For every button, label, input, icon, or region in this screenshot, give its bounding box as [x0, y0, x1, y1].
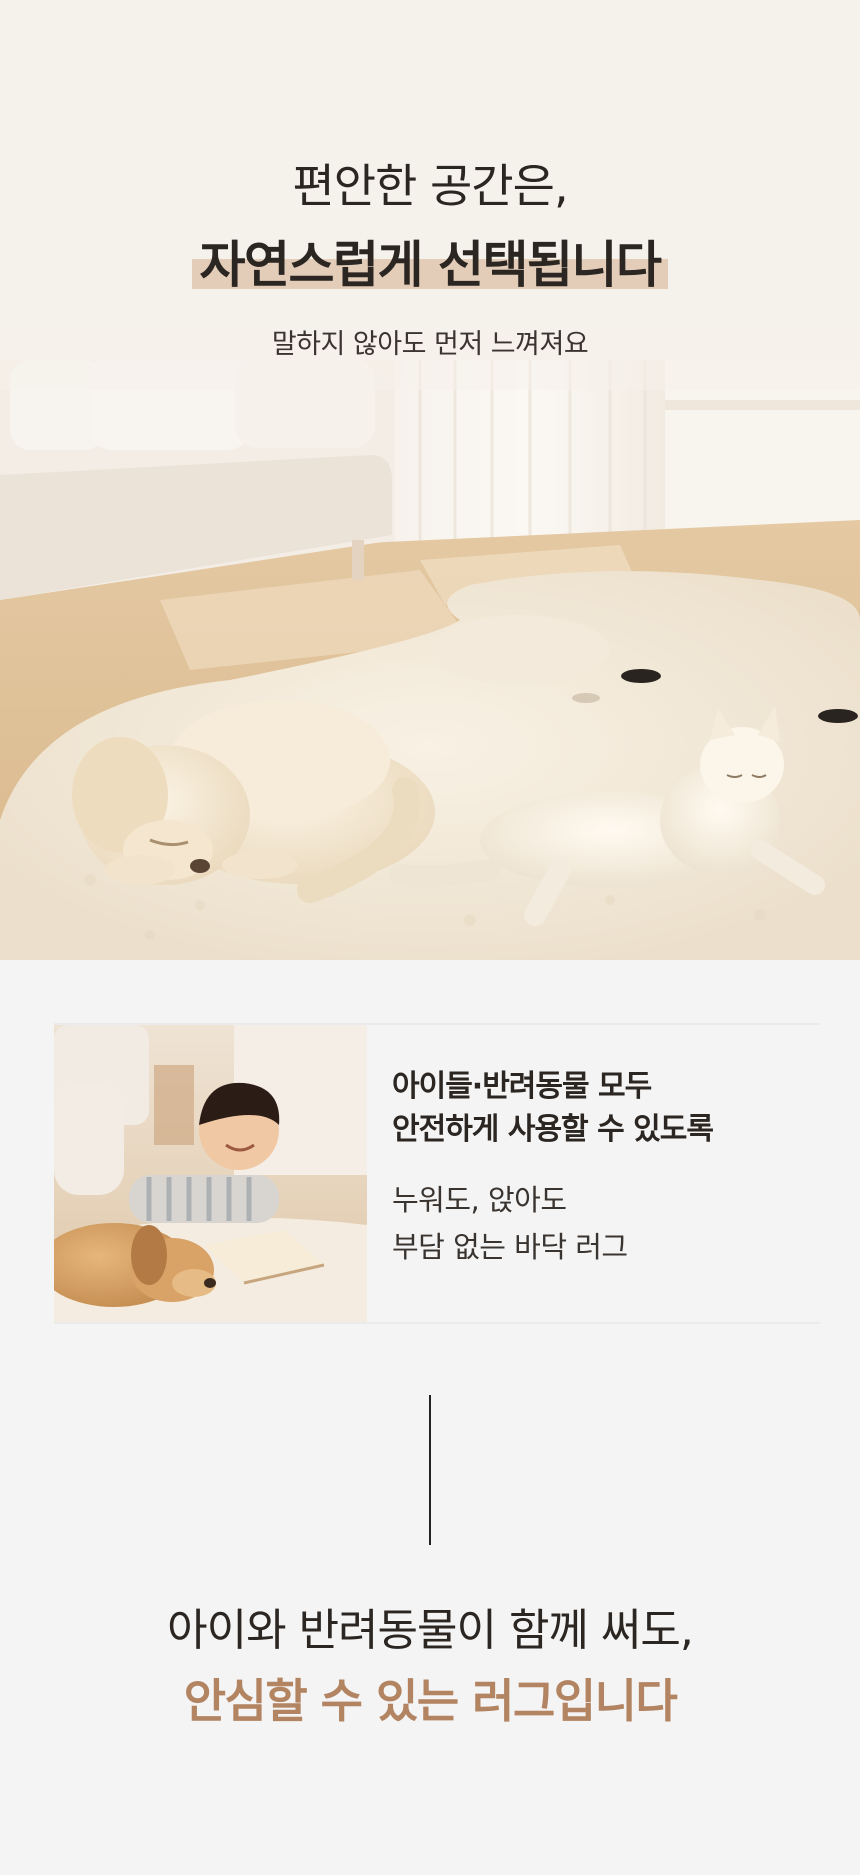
child-reading-with-dog-photo	[54, 1025, 367, 1322]
closing-line2: 안심할 수 있는 러그입니다	[183, 1674, 678, 1728]
feature-desc-line2: 부담 없는 바닥 러그	[392, 1230, 628, 1264]
closing-line1: 아이와 반려동물이 함께 써도,	[167, 1605, 694, 1656]
hero-section: 편안한 공간은, 자연스럽게 선택됩니다 말하지 않아도 먼저 느껴져요	[0, 0, 860, 960]
feature-title-line2: 안전하게 사용할 수 있도록	[392, 1112, 714, 1147]
hero-subtitle: 말하지 않아도 먼저 느껴져요	[271, 329, 589, 360]
feature-desc-line1: 누워도, 앉아도	[392, 1183, 567, 1217]
feature-text: 아이들·반려동물 모두 안전하게 사용할 수 있도록 누워도, 앉아도 부담 없…	[392, 1065, 820, 1271]
feature-card: 아이들·반려동물 모두 안전하게 사용할 수 있도록 누워도, 앉아도 부담 없…	[54, 1023, 820, 1324]
hero-title-line1: 편안한 공간은,	[292, 159, 568, 213]
hero-title-line2: 자연스럽게 선택됩니다	[191, 225, 669, 297]
feature-title-line1: 아이들·반려동물 모두	[392, 1069, 652, 1104]
vertical-divider	[429, 1395, 431, 1545]
hero-heading: 편안한 공간은, 자연스럽게 선택됩니다 말하지 않아도 먼저 느껴져요	[0, 0, 860, 380]
